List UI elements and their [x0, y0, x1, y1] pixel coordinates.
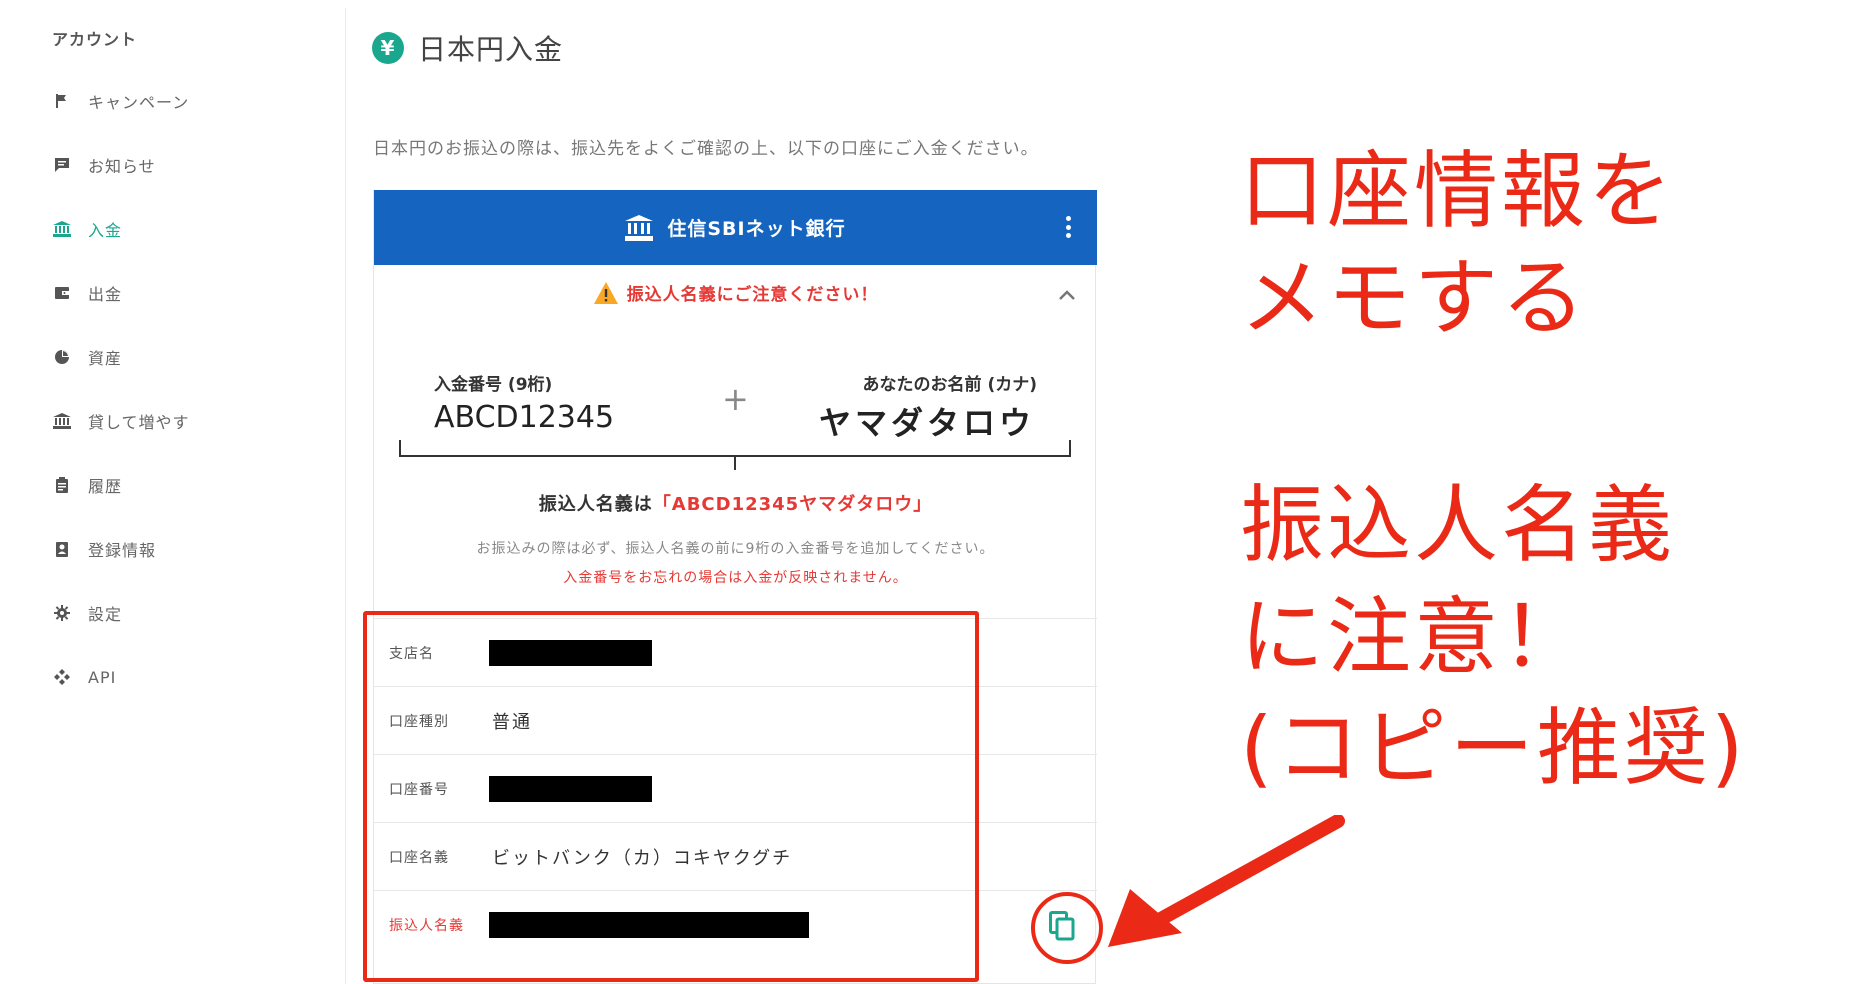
deposit-note: お振込みの際は必ず、振込人名義の前に9桁の入金番号を追加してください。: [476, 541, 995, 557]
pie-chart-icon: [52, 347, 72, 367]
clipboard-icon: [52, 475, 72, 495]
sidebar-divider: [345, 8, 346, 984]
warning-text: 振込人名義にご注意ください！: [626, 285, 879, 305]
sidebar-item-api[interactable]: API: [52, 662, 116, 692]
annotation-caution-line2: に注意！: [1240, 587, 1589, 686]
deposit-warning-note: 入金番号をお忘れの場合は入金が反映されません。: [563, 570, 908, 586]
payer-name-line: 振込人名義は「ABCD12345ヤマダタロウ」: [374, 490, 1097, 516]
payer-name-warning: 振込人名義にご注意ください！: [374, 280, 1097, 305]
annotation-highlight-box: [363, 611, 979, 982]
deposit-number-value: ABCD12345: [434, 400, 615, 435]
sidebar-heading: アカウント: [52, 30, 138, 49]
sidebar-item-assets[interactable]: 資産: [52, 342, 122, 372]
combine-bracket: [399, 440, 1071, 470]
sidebar-item-history[interactable]: 履歴: [52, 470, 122, 500]
sidebar-item-registration[interactable]: 登録情報: [52, 534, 156, 564]
sidebar-item-lending[interactable]: 貸して増やす: [52, 406, 190, 436]
flag-icon: [52, 91, 72, 111]
sidebar-item-label: 出金: [88, 285, 123, 304]
your-name-value: ヤマダタロウ: [818, 404, 1035, 442]
chevron-up-icon[interactable]: [1057, 288, 1077, 302]
sidebar-item-settings[interactable]: 設定: [52, 598, 122, 628]
deposit-number-label: 入金番号 (9桁): [434, 375, 553, 395]
warning-icon: [593, 281, 618, 304]
annotation-memo-line1: 口座情報を: [1240, 142, 1676, 240]
sidebar-item-label: 貸して増やす: [88, 413, 190, 432]
annotation-memo-line2: メモする: [1240, 248, 1589, 347]
sidebar-item-label: 設定: [88, 605, 123, 624]
payer-name-value: 「ABCD12345ヤマダタロウ」: [652, 494, 933, 515]
annotation-arrow: [1108, 815, 1345, 947]
page-title-text: 日本円入金: [418, 33, 564, 66]
sidebar: アカウント キャンペーン お知らせ 入金 出金 資産 貸して増やす 履歴 登録情…: [0, 0, 345, 984]
message-icon: [52, 155, 72, 175]
page-title: ¥ 日本円入金: [372, 28, 563, 68]
sidebar-item-label: キャンペーン: [88, 93, 190, 112]
gear-icon: [52, 603, 72, 623]
bank-name: 住信SBIネット銀行: [667, 218, 846, 240]
bank-icon: [625, 214, 654, 241]
bank-header: 住信SBIネット銀行: [374, 190, 1097, 265]
sidebar-item-news[interactable]: お知らせ: [52, 150, 156, 180]
id-card-icon: [52, 539, 72, 559]
sidebar-item-campaign[interactable]: キャンペーン: [52, 86, 189, 116]
sidebar-item-label: 入金: [88, 221, 123, 240]
sidebar-item-label: 履歴: [88, 477, 123, 496]
annotation-memo: 口座情報を メモする: [1240, 138, 1675, 351]
wallet-icon: [52, 283, 72, 303]
sidebar-item-deposit[interactable]: 入金: [52, 214, 122, 244]
payer-name-prefix: 振込人名義は: [538, 494, 653, 515]
annotation-caution-line1: 振込人名義: [1240, 476, 1676, 574]
annotation-caution-line3: (コピー推奨): [1240, 699, 1747, 798]
plus-sign: +: [722, 380, 749, 418]
yen-icon: ¥: [372, 32, 404, 64]
api-icon: [52, 667, 72, 687]
your-name-label: あなたのお名前 (カナ): [862, 375, 1037, 395]
annotation-caution: 振込人名義 に注意！ (コピー推奨): [1240, 470, 1747, 805]
sidebar-item-label: 登録情報: [88, 541, 157, 560]
sidebar-item-label: お知らせ: [88, 157, 156, 176]
deposit-instruction: 日本円のお振込の際は、振込先をよくご確認の上、以下の口座にご入金ください。: [373, 139, 1039, 159]
sidebar-item-withdraw[interactable]: 出金: [52, 278, 122, 308]
more-options-icon[interactable]: [1065, 216, 1071, 238]
bank-icon: [52, 411, 72, 431]
bank-icon: [52, 219, 72, 239]
sidebar-item-label: API: [88, 667, 117, 687]
sidebar-item-label: 資産: [88, 349, 123, 368]
